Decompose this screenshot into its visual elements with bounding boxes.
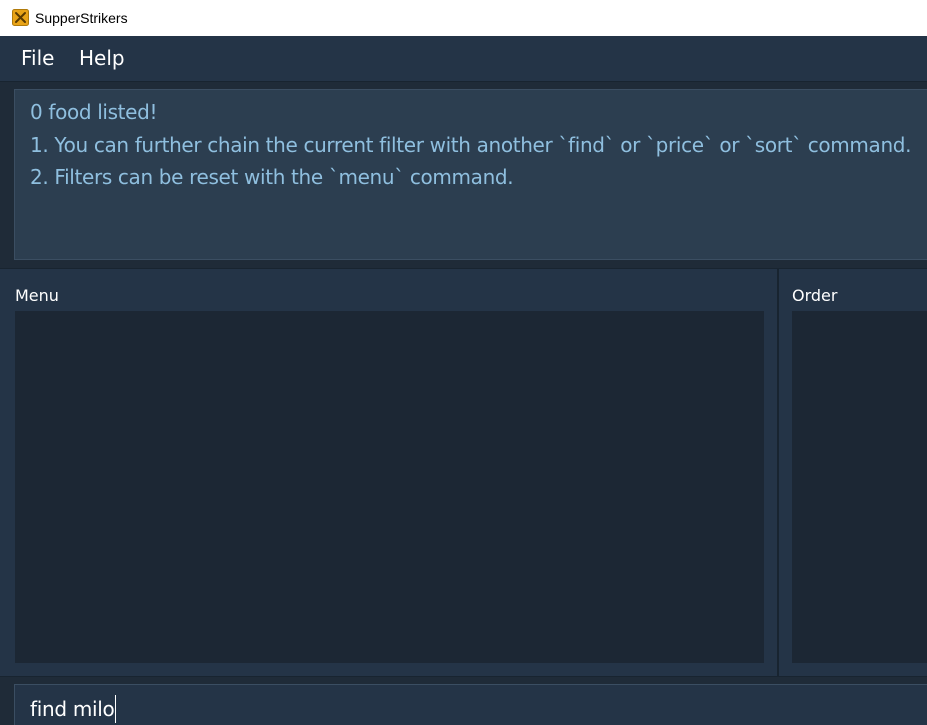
text-caret — [115, 695, 117, 723]
result-line: 1. You can further chain the current fil… — [30, 133, 912, 157]
title-bar[interactable]: SupperStrikers — [0, 0, 927, 36]
panels-area: Menu Order — [0, 268, 927, 677]
result-line: 0 food listed! — [30, 100, 158, 124]
result-line: 2. Filters can be reset with the `menu` … — [30, 165, 514, 189]
command-text: find milo — [30, 697, 115, 721]
menu-panel: Menu — [0, 269, 777, 676]
order-list[interactable] — [792, 311, 927, 663]
window-title: SupperStrikers — [35, 10, 128, 26]
command-box-container: find milo — [0, 676, 927, 725]
menu-list[interactable] — [15, 311, 764, 663]
menu-help[interactable]: Help — [79, 45, 125, 71]
order-panel-title: Order — [792, 286, 838, 305]
command-input-field[interactable]: find milo — [14, 684, 927, 725]
order-panel: Order — [779, 269, 927, 676]
app-logo-icon — [12, 9, 29, 26]
command-input[interactable]: find milo — [30, 695, 117, 723]
result-display[interactable]: 0 food listed! 1. You can further chain … — [14, 89, 927, 260]
result-display-container: 0 food listed! 1. You can further chain … — [0, 82, 927, 268]
menu-file[interactable]: File — [21, 45, 54, 71]
menu-bar: File Help — [0, 36, 927, 82]
menu-panel-title: Menu — [15, 286, 59, 305]
app-window: SupperStrikers File Help 0 food listed! … — [0, 0, 927, 725]
